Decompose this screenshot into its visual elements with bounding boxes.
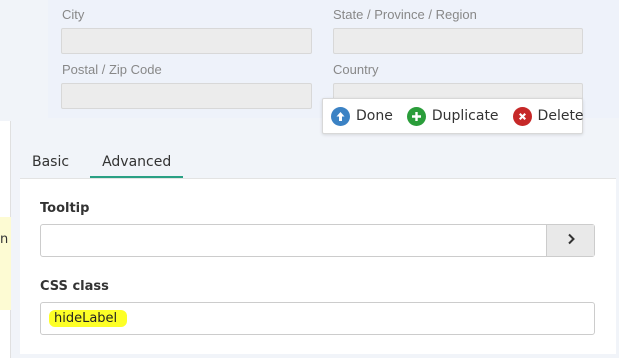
duplicate-button[interactable]: Duplicate xyxy=(406,106,499,126)
tooltip-label: Tooltip xyxy=(40,201,90,216)
plus-icon xyxy=(406,106,426,126)
arrow-up-icon xyxy=(331,106,350,126)
css-class-label: CSS class xyxy=(40,279,109,294)
state-field[interactable] xyxy=(333,28,583,54)
chevron-right-icon xyxy=(566,232,576,250)
tab-advanced[interactable]: Advanced xyxy=(90,148,184,178)
field-actions-popover: Done Duplicate Delete xyxy=(322,98,584,134)
left-panel-highlight xyxy=(0,217,11,310)
advanced-settings-panel: Tooltip CSS class hideLabel xyxy=(20,178,616,354)
state-label: State / Province / Region xyxy=(333,7,477,22)
delete-button[interactable]: Delete xyxy=(512,106,584,126)
tooltip-expand-button[interactable] xyxy=(546,225,594,256)
tooltip-input[interactable] xyxy=(40,224,595,257)
settings-tabs: Basic Advanced xyxy=(20,148,184,178)
city-field[interactable] xyxy=(61,28,312,54)
close-icon xyxy=(512,106,532,126)
delete-label: Delete xyxy=(537,108,584,124)
postal-label: Postal / Zip Code xyxy=(62,62,162,77)
left-panel-text: n xyxy=(0,232,9,247)
tab-basic[interactable]: Basic xyxy=(20,148,81,178)
css-class-input[interactable]: hideLabel xyxy=(40,302,595,335)
css-class-value: hideLabel xyxy=(49,310,128,327)
country-label: Country xyxy=(333,62,379,77)
duplicate-label: Duplicate xyxy=(431,108,499,124)
done-button[interactable]: Done xyxy=(331,106,393,126)
postal-field[interactable] xyxy=(61,83,312,109)
city-label: City xyxy=(62,7,85,22)
done-label: Done xyxy=(356,108,393,124)
